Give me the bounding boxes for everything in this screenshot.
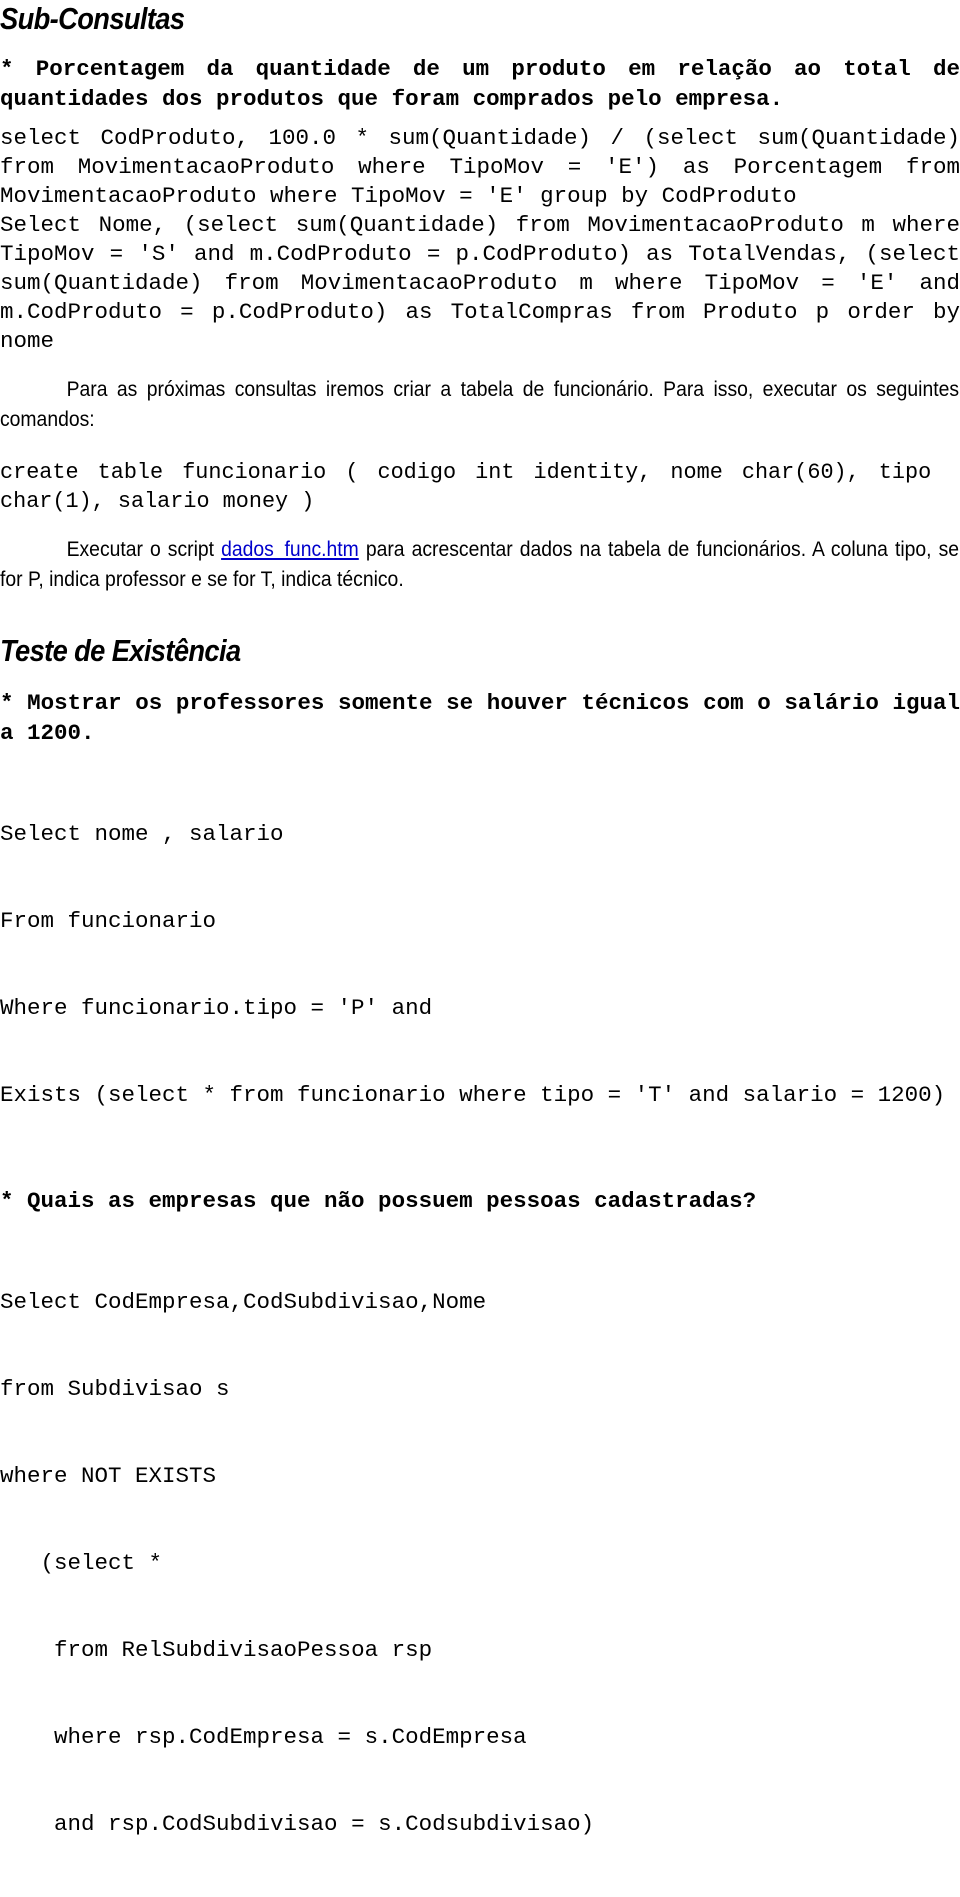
- sql-line: and rsp.CodSubdivisao = s.Codsubdivisao): [0, 1811, 595, 1837]
- sql-line: Exists (select * from funcionario where …: [0, 1082, 946, 1108]
- prose-executar-script-prefix: Executar o script: [66, 537, 222, 561]
- page-title: Sub-Consultas: [0, 1, 185, 36]
- section-title-teste-existencia: Teste de Existência: [0, 633, 241, 668]
- question-paragraph-professores: * Mostrar os professores somente se houv…: [0, 690, 960, 746]
- sql-line: Where funcionario.tipo = 'P' and: [0, 995, 433, 1021]
- sql-line: where rsp.CodEmpresa = s.CodEmpresa: [0, 1724, 527, 1750]
- sql-line: where NOT EXISTS: [0, 1463, 217, 1489]
- sql-block-not-exists-subdivisao: Select CodEmpresa,CodSubdivisao,Nome fro…: [0, 1230, 960, 1897]
- sql-block-totalvendas-totalcompras: Select Nome, (select sum(Quantidade) fro…: [0, 212, 960, 354]
- sql-block-porcentagem: select CodProduto, 100.0 * sum(Quantidad…: [0, 125, 960, 209]
- sql-line: (select *: [0, 1550, 163, 1576]
- sql-line: Select CodEmpresa,CodSubdivisao,Nome: [0, 1289, 487, 1315]
- question-paragraph-empresas-sem-pessoas: * Quais as empresas que não possuem pess…: [0, 1188, 757, 1214]
- sql-line: Select nome , salario: [0, 821, 284, 847]
- sql-block-exists-professores: Select nome , salario From funcionario W…: [0, 762, 960, 1168]
- question-paragraph-porcentagem: * Porcentagem da quantidade de um produt…: [0, 56, 960, 112]
- document-page: Sub-Consultas * Porcentagem da quantidad…: [0, 1, 960, 1838]
- sql-line: from RelSubdivisaoPessoa rsp: [0, 1637, 433, 1663]
- sql-line: From funcionario: [0, 908, 217, 934]
- prose-executar-script: Executar o script dados_func.htm para ac…: [0, 534, 959, 594]
- link-dados-func-htm[interactable]: dados_func.htm: [221, 537, 359, 561]
- prose-criar-tabela-funcionario: Para as próximas consultas iremos criar …: [0, 377, 960, 431]
- sql-line: from Subdivisao s: [0, 1376, 230, 1402]
- sql-block-create-table-funcionario: create table funcionario ( codigo int id…: [0, 459, 932, 514]
